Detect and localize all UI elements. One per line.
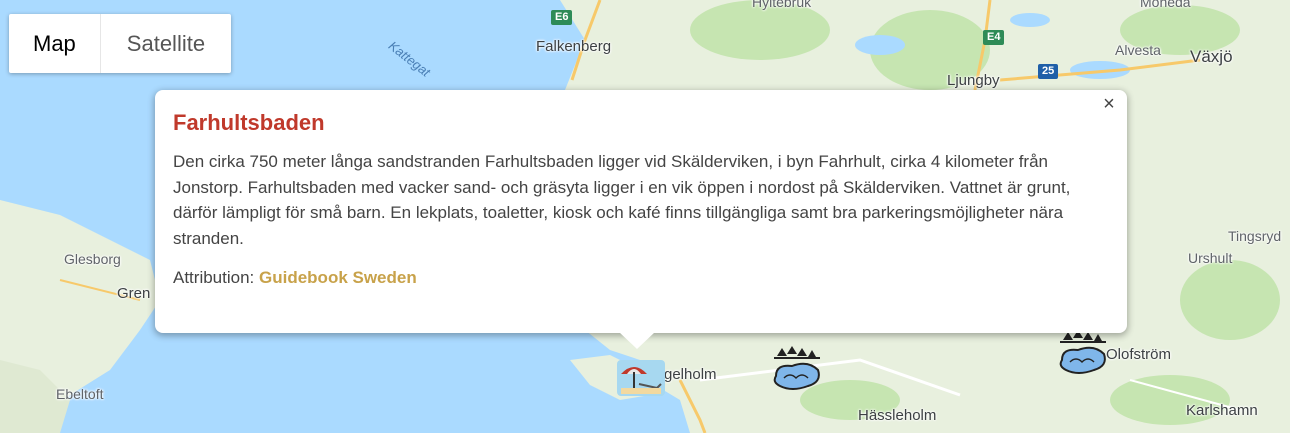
info-window-description: Den cirka 750 meter långa sandstranden F… bbox=[173, 152, 1071, 248]
label-moheda: Moheda bbox=[1140, 0, 1191, 10]
attribution: Attribution: Guidebook Sweden bbox=[173, 268, 417, 288]
close-icon[interactable]: × bbox=[1099, 94, 1119, 114]
label-tingsryd: Tingsryd bbox=[1228, 228, 1282, 244]
label-ljungby: Ljungby bbox=[947, 72, 1000, 89]
label-grenaa: Gren bbox=[117, 285, 151, 302]
label-vaxjo: Växjö bbox=[1190, 47, 1233, 66]
label-alvesta: Alvesta bbox=[1115, 42, 1161, 58]
road-shield-e6: E6 bbox=[551, 10, 573, 25]
attribution-label: Attribution: bbox=[173, 268, 255, 287]
label-glesborg: Glesborg bbox=[64, 251, 121, 267]
lake-trees-icon bbox=[773, 346, 820, 390]
map-type-satellite-button[interactable]: Satellite bbox=[101, 14, 231, 73]
label-ebeltoft: Ebeltoft bbox=[56, 386, 104, 402]
info-window-tail bbox=[619, 332, 655, 349]
label-karlshamn: Karlshamn bbox=[1186, 402, 1258, 419]
label-olofstrom: Olofström bbox=[1106, 346, 1172, 363]
road-shield-25: 25 bbox=[1038, 64, 1059, 79]
map-type-map-button[interactable]: Map bbox=[9, 14, 101, 73]
map-type-control: Map Satellite bbox=[9, 14, 232, 73]
info-window: × Farhultsbaden Den cirka 750 meter lång… bbox=[155, 90, 1127, 349]
umbrella-beach-icon bbox=[617, 360, 665, 396]
attribution-link[interactable]: Guidebook Sweden bbox=[259, 268, 417, 287]
info-window-title: Farhultsbaden bbox=[173, 110, 325, 135]
lake-marker-1[interactable] bbox=[772, 346, 822, 394]
label-hassleholm: Hässleholm bbox=[858, 407, 937, 424]
road-shield-e4: E4 bbox=[983, 30, 1005, 45]
label-hyltebruk: Hyltebruk bbox=[752, 0, 812, 10]
lake-trees-icon bbox=[1059, 330, 1106, 374]
label-urshult: Urshult bbox=[1188, 250, 1233, 266]
beach-marker[interactable] bbox=[617, 358, 665, 398]
lake-marker-2[interactable] bbox=[1058, 330, 1108, 378]
label-falkenberg: Falkenberg bbox=[536, 38, 612, 55]
label-angelholm: gelholm bbox=[664, 366, 717, 383]
